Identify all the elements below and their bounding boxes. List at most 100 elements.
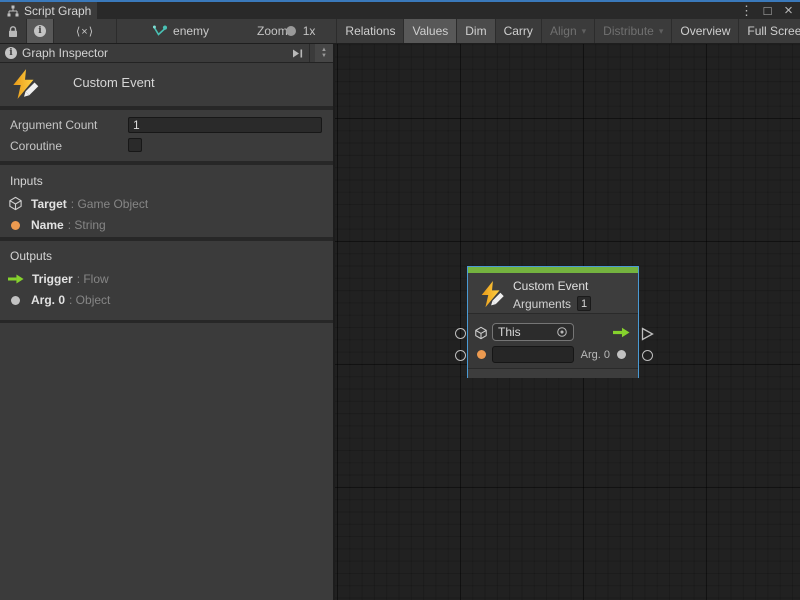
lock-button[interactable] [0,19,27,43]
toolbar-right-group: Relations Values Dim Carry Align ▾ Distr… [337,19,800,43]
node-subtitle: Arguments 1 [513,296,591,311]
window-controls: ⋮ □ × [739,2,796,19]
event-name-field[interactable] [492,346,574,363]
inspector-empty-area [0,323,333,600]
port-name: Trigger [32,272,73,286]
full-screen-button[interactable]: Full Screen [739,19,800,43]
name-input-port[interactable] [455,350,466,361]
lock-icon [7,25,19,38]
unit-title: Custom Event [73,75,155,90]
panel-spinner[interactable]: ▲ ▼ [315,44,333,62]
node-body: This Arg. 0 [468,315,638,367]
close-icon[interactable]: × [781,2,796,19]
target-dropdown[interactable]: This [492,323,574,341]
argument-count-field[interactable] [128,117,322,133]
coroutine-label: Coroutine [10,139,62,153]
info-icon: i [5,47,17,59]
breadcrumb-graph-name: enemy [173,24,209,38]
target-value: This [498,325,521,339]
overview-label: Overview [680,24,730,38]
overview-button[interactable]: Overview [672,19,739,43]
object-port-icon [617,350,626,359]
zoom-slider-thumb[interactable] [286,26,296,36]
carry-button[interactable]: Carry [496,19,542,43]
flow-arrow-icon [8,274,24,284]
focus-highlight-line [0,0,800,2]
align-label: Align [550,24,577,38]
string-port-icon [11,221,20,230]
values-button[interactable]: Values [404,19,457,43]
code-icon: ⟨×⟩ [76,25,94,38]
window-menu-icon[interactable]: ⋮ [739,2,754,19]
graph-inspector-panel: i Graph Inspector ▲ ▼ [0,44,335,600]
custom-event-node[interactable]: Custom Event Arguments 1 This [467,266,639,378]
trigger-output-port[interactable] [641,327,654,341]
arguments-label: Arguments [513,297,571,311]
distribute-label: Distribute [603,24,654,38]
chevron-down-icon: ▾ [659,26,664,37]
inspector-toggle-button[interactable]: i [27,19,54,43]
arg0-output-port[interactable] [642,350,653,361]
port-type: : Game Object [71,197,148,211]
tab-script-graph[interactable]: Script Graph [0,2,97,19]
target-input-port[interactable] [455,328,466,339]
spinner-down-icon: ▼ [321,53,327,59]
title-bar: Script Graph ⋮ □ × [0,0,800,19]
custom-event-icon [8,67,42,103]
output-row-trigger: Trigger : Flow [8,272,109,286]
unit-fields-block: Argument Count Coroutine [0,110,333,161]
output-row-arg0: Arg. 0 : Object [8,293,110,307]
outputs-section: Outputs Trigger : Flow Arg. 0 : Object [0,241,333,320]
outputs-heading: Outputs [10,249,52,263]
relations-button[interactable]: Relations [337,19,404,43]
relations-label: Relations [345,24,395,38]
inputs-heading: Inputs [10,174,43,188]
port-name: Name [31,218,64,232]
graph-breadcrumb[interactable]: enemy [143,19,219,43]
dim-button[interactable]: Dim [457,19,495,43]
object-picker-icon[interactable] [556,326,568,338]
distribute-dropdown-button[interactable]: Distribute ▾ [595,19,672,43]
graph-inspector-header: i Graph Inspector ▲ ▼ [0,44,333,63]
node-footer [468,368,638,378]
port-type: : Flow [77,272,109,286]
port-name: Target [31,197,67,211]
object-port-icon [11,296,20,305]
node-title: Custom Event [513,279,588,293]
flow-arrow-icon [613,327,630,338]
values-label: Values [412,24,448,38]
argument-count-label: Argument Count [10,118,97,132]
string-port-icon [477,350,486,359]
game-object-cube-icon [474,326,488,340]
inspector-title: Graph Inspector [22,46,281,60]
align-dropdown-button[interactable]: Align ▾ [542,19,595,43]
input-row-target: Target : Game Object [8,196,148,211]
toolbar-separator [325,19,337,43]
code-view-button[interactable]: ⟨×⟩ [54,19,117,43]
node-header[interactable]: Custom Event Arguments 1 [468,273,638,314]
input-row-name: Name : String [8,218,106,232]
zoom-label: Zoom [257,24,288,38]
script-graph-window: Script Graph ⋮ □ × i ⟨×⟩ enemy [0,0,800,600]
dock-panel-button[interactable] [286,44,310,62]
custom-event-icon [477,279,507,311]
carry-label: Carry [504,24,533,38]
arg0-output-label: Arg. 0 [578,349,610,361]
maximize-icon[interactable]: □ [760,2,775,19]
full-screen-label: Full Screen [747,24,800,38]
graph-canvas[interactable]: Custom Event Arguments 1 This [335,44,800,600]
inputs-section: Inputs Target : Game Object Name : Strin… [0,165,333,237]
arguments-count-badge[interactable]: 1 [577,296,591,311]
port-name: Arg. 0 [31,293,65,307]
tab-title: Script Graph [24,4,91,18]
dock-right-icon [291,48,304,59]
coroutine-checkbox[interactable] [128,138,142,152]
graph-hierarchy-icon [7,5,19,17]
port-type: : String [68,218,106,232]
port-type: : Object [69,293,110,307]
script-graph-asset-icon [153,25,167,37]
graph-toolbar: i ⟨×⟩ enemy Zoom 1x Relations Values [0,19,800,44]
dim-label: Dim [465,24,486,38]
game-object-cube-icon [8,196,23,211]
info-icon: i [34,25,46,37]
